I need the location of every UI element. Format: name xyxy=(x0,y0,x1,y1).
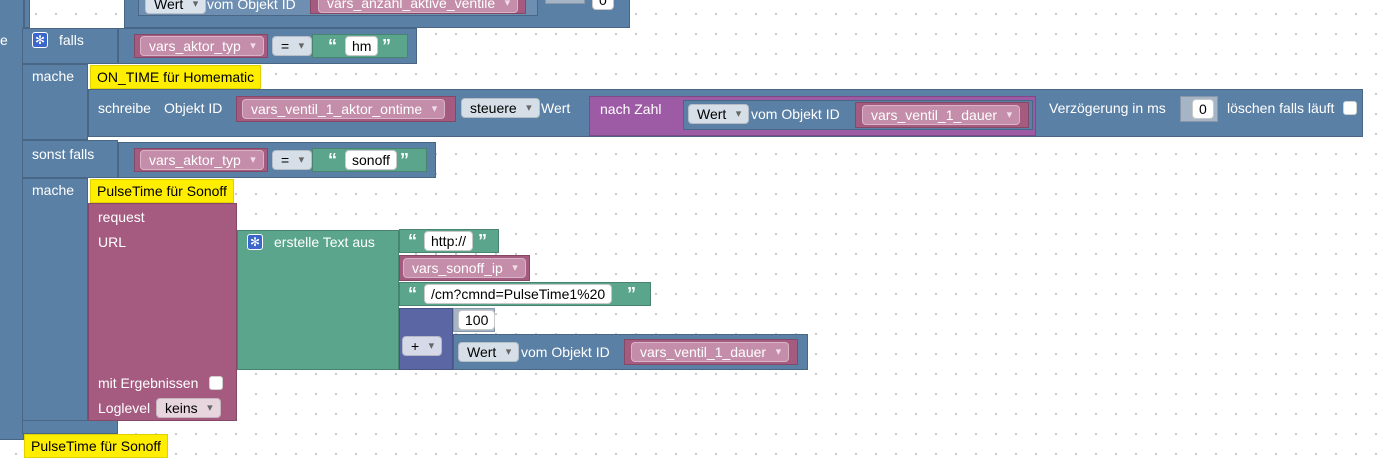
close-quote-icon: ” xyxy=(478,231,487,251)
sonst-falls-label: sonst falls xyxy=(32,146,95,162)
request-label: request xyxy=(98,209,145,225)
wert-label: Wert xyxy=(541,100,571,116)
mache-row-2 xyxy=(22,178,88,434)
condition1-var-dropdown[interactable]: vars_aktor_typ xyxy=(140,36,264,56)
math-op-dropdown[interactable]: + xyxy=(402,336,443,356)
top-var-dropdown[interactable]: vars_anzahl_aktive_ventile xyxy=(318,0,519,13)
close-quote-icon: ” xyxy=(382,36,391,56)
if-block-bottom xyxy=(22,420,118,434)
comment-on-time-homematic[interactable]: ON_TIME für Homematic xyxy=(90,65,262,89)
condition2-op-dropdown[interactable]: = xyxy=(272,150,313,170)
mit-ergebnissen-checkbox[interactable] xyxy=(209,376,223,390)
top-light-block xyxy=(545,0,585,4)
mache-label-2: mache xyxy=(32,182,75,198)
delay-value-field[interactable]: 0 xyxy=(1192,99,1214,119)
condition2-var-dropdown[interactable]: vars_aktor_typ xyxy=(140,150,264,170)
join-vom-objekt-label: vom Objekt ID xyxy=(521,344,610,360)
condition1-op-dropdown[interactable]: = xyxy=(272,36,313,56)
close-quote-icon: ” xyxy=(400,150,409,170)
schreibe-label: schreibe xyxy=(98,100,151,116)
steuere-dropdown[interactable]: steuere xyxy=(461,98,540,118)
open-quote-icon: “ xyxy=(408,231,417,251)
if-cut-label: e xyxy=(0,32,8,48)
loglevel-dropdown[interactable]: keins xyxy=(156,398,221,418)
loeschen-label: löschen falls läuft xyxy=(1227,100,1335,116)
loglevel-label: Loglevel xyxy=(98,400,151,416)
write-wert-dropdown[interactable]: Wert xyxy=(688,104,750,124)
text-join-label: erstelle Text aus xyxy=(274,234,375,250)
text-join-block[interactable] xyxy=(237,230,399,370)
join-dauer-var-dropdown[interactable]: vars_ventil_1_dauer xyxy=(631,342,790,362)
nach-zahl-label: nach Zahl xyxy=(600,101,662,117)
condition1-text-field[interactable]: hm xyxy=(345,36,379,56)
url-label: URL xyxy=(98,234,127,250)
gear-icon[interactable]: ✻ xyxy=(32,32,48,48)
mache-label-1: mache xyxy=(32,68,75,84)
objekt-id-label: Objekt ID xyxy=(164,100,223,116)
condition2-text-field[interactable]: sonoff xyxy=(345,150,397,170)
falls-label: falls xyxy=(59,32,84,48)
comment-pulsetime-sonoff-bottom[interactable]: PulseTime für Sonoff xyxy=(24,434,168,458)
text1-field[interactable]: http:// xyxy=(424,231,474,251)
comment-pulsetime-sonoff[interactable]: PulseTime für Sonoff xyxy=(90,179,234,203)
ip-var-dropdown[interactable]: vars_sonoff_ip xyxy=(403,258,526,278)
write-dauer-var-dropdown[interactable]: vars_ventil_1_dauer xyxy=(862,105,1021,125)
mit-ergebnissen-label: mit Ergebnissen xyxy=(98,375,199,391)
open-quote-icon: “ xyxy=(328,150,337,170)
open-quote-icon: “ xyxy=(328,36,337,56)
num-field[interactable]: 100 xyxy=(458,310,496,330)
top-vom-objekt-label: vom Objekt ID xyxy=(207,0,296,12)
loeschen-checkbox[interactable] xyxy=(1343,101,1357,115)
verzoegerung-label: Verzögerung in ms xyxy=(1049,100,1166,116)
if-block-spine-inner xyxy=(24,0,30,28)
close-quote-icon: ” xyxy=(627,284,636,304)
write-vom-objekt-label: vom Objekt ID xyxy=(751,106,840,122)
text2-field[interactable]: /cm?cmnd=PulseTime1%20 xyxy=(424,284,613,304)
top-value-field[interactable]: 0 xyxy=(592,0,614,10)
open-quote-icon: “ xyxy=(408,284,417,304)
gear-icon[interactable]: ✻ xyxy=(247,234,263,250)
write-var-dropdown[interactable]: vars_ventil_1_aktor_ontime xyxy=(242,99,446,119)
join-wert-dropdown[interactable]: Wert xyxy=(458,342,520,362)
top-wert-dropdown[interactable]: Wert xyxy=(145,0,207,14)
if-block-spine[interactable] xyxy=(0,0,24,440)
